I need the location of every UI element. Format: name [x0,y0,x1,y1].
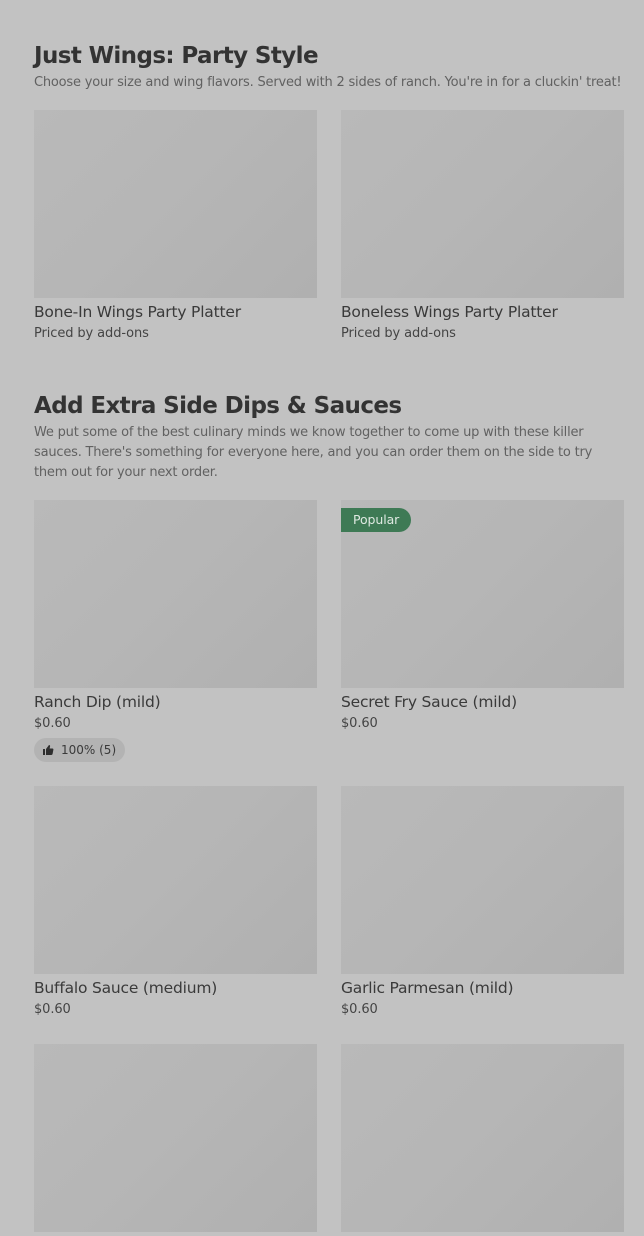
menu-item-image: Popular [341,500,624,688]
menu-item-price: $0.60 [34,1002,71,1017]
menu-item-image [34,500,317,688]
menu-item-card[interactable] [34,1044,317,1236]
menu-item-name: Bone-In Wings Party Platter [34,303,241,321]
popular-badge: Popular [341,508,412,532]
section-header-party-style: Just Wings: Party Style Choose your size… [34,42,624,93]
menu-item-name: Boneless Wings Party Platter [341,303,558,321]
thumbs-up-icon [43,745,54,755]
menu-item-image [34,786,317,974]
menu-item-image [341,110,624,298]
menu-item-name: Garlic Parmesan (mild) [341,979,514,997]
menu-item-image [34,110,317,298]
menu-item-card[interactable]: Popular Secret Fry Sauce (mild) $0.60 [341,500,624,733]
menu-item-card[interactable]: Boneless Wings Party Platter Priced by a… [341,110,624,343]
menu-item-image [341,1044,624,1232]
menu-item-name: Buffalo Sauce (medium) [34,979,218,997]
menu-item-price: $0.60 [34,716,71,731]
menu-item-price: Priced by add-ons [34,326,149,341]
menu-item-card[interactable]: Ranch Dip (mild) $0.60 100% (5) [34,500,317,762]
menu-item-card[interactable]: Buffalo Sauce (medium) $0.60 [34,786,317,1019]
menu-item-card[interactable]: Bone-In Wings Party Platter Priced by ad… [34,110,317,343]
section-header-dips-sauces: Add Extra Side Dips & Sauces We put some… [34,392,624,483]
menu-item-image [34,1044,317,1232]
section-description: We put some of the best culinary minds w… [34,425,593,480]
menu-item-name: Ranch Dip (mild) [34,693,161,711]
section-description: Choose your size and wing flavors. Serve… [34,75,622,90]
rating-badge: 100% (5) [34,738,126,762]
section-title: Just Wings: Party Style [34,43,319,69]
menu-item-price: $0.60 [341,1002,378,1017]
menu-item-name: Secret Fry Sauce (mild) [341,693,517,711]
menu-item-price: $0.60 [341,716,378,731]
section-title: Add Extra Side Dips & Sauces [34,393,402,419]
menu-item-card[interactable] [341,1044,624,1236]
menu-item-card[interactable]: Garlic Parmesan (mild) $0.60 [341,786,624,1019]
menu-item-price: Priced by add-ons [341,326,456,341]
menu-item-image [341,786,624,974]
rating-text: 100% (5) [61,743,117,757]
